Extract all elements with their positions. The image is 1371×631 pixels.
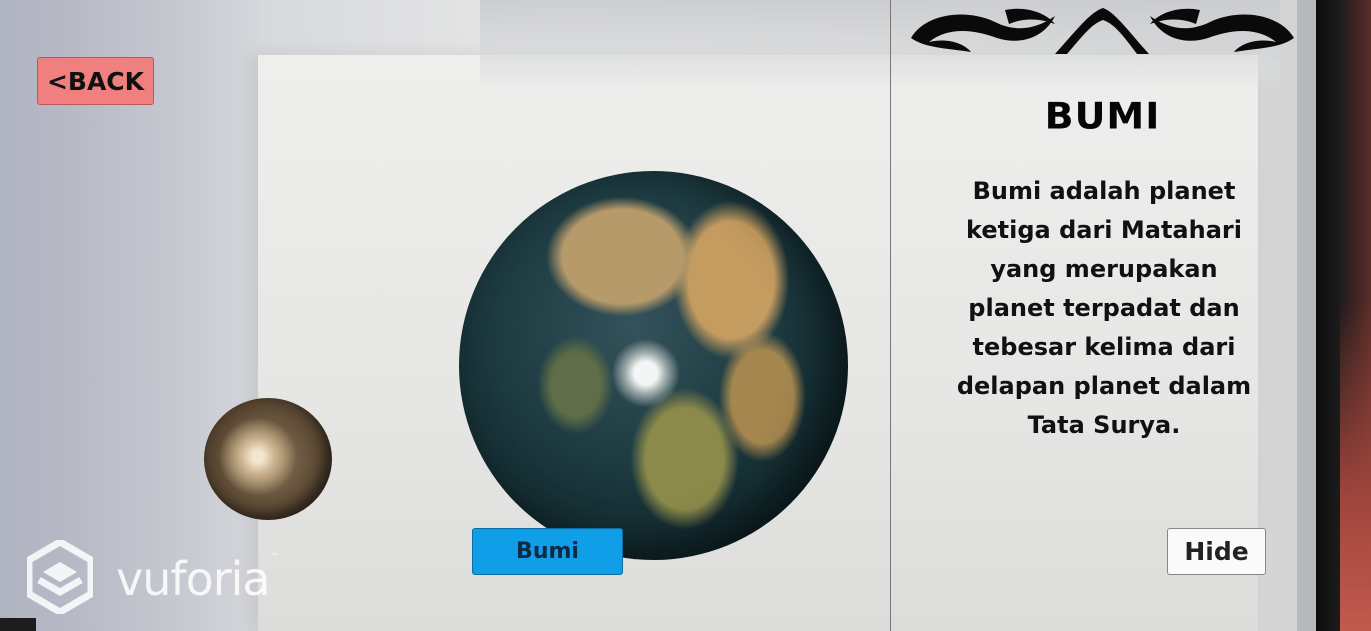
planet-description: Bumi adalah planet ketiga dari Matahari … [956, 177, 1252, 439]
tribal-ornament-icon [911, 8, 1294, 54]
hide-button[interactable]: Hide [1167, 528, 1266, 575]
moon-model[interactable] [204, 398, 332, 520]
camera-feed-corner [0, 618, 36, 631]
earth-model[interactable] [459, 171, 848, 560]
planet-title: BUMI [1044, 95, 1161, 137]
vuforia-brand: vuforia [116, 552, 271, 606]
vuforia-logo-icon [27, 540, 93, 614]
camera-feed-monitor-edge [1297, 0, 1317, 631]
camera-feed-red-object [1340, 300, 1371, 631]
back-button[interactable]: <BACK [37, 57, 154, 105]
planet-name-button[interactable]: Bumi [472, 528, 623, 575]
panel-divider [890, 0, 891, 631]
vuforia-watermark: vuforia™ [116, 552, 280, 606]
vuforia-trademark: ™ [269, 552, 280, 563]
